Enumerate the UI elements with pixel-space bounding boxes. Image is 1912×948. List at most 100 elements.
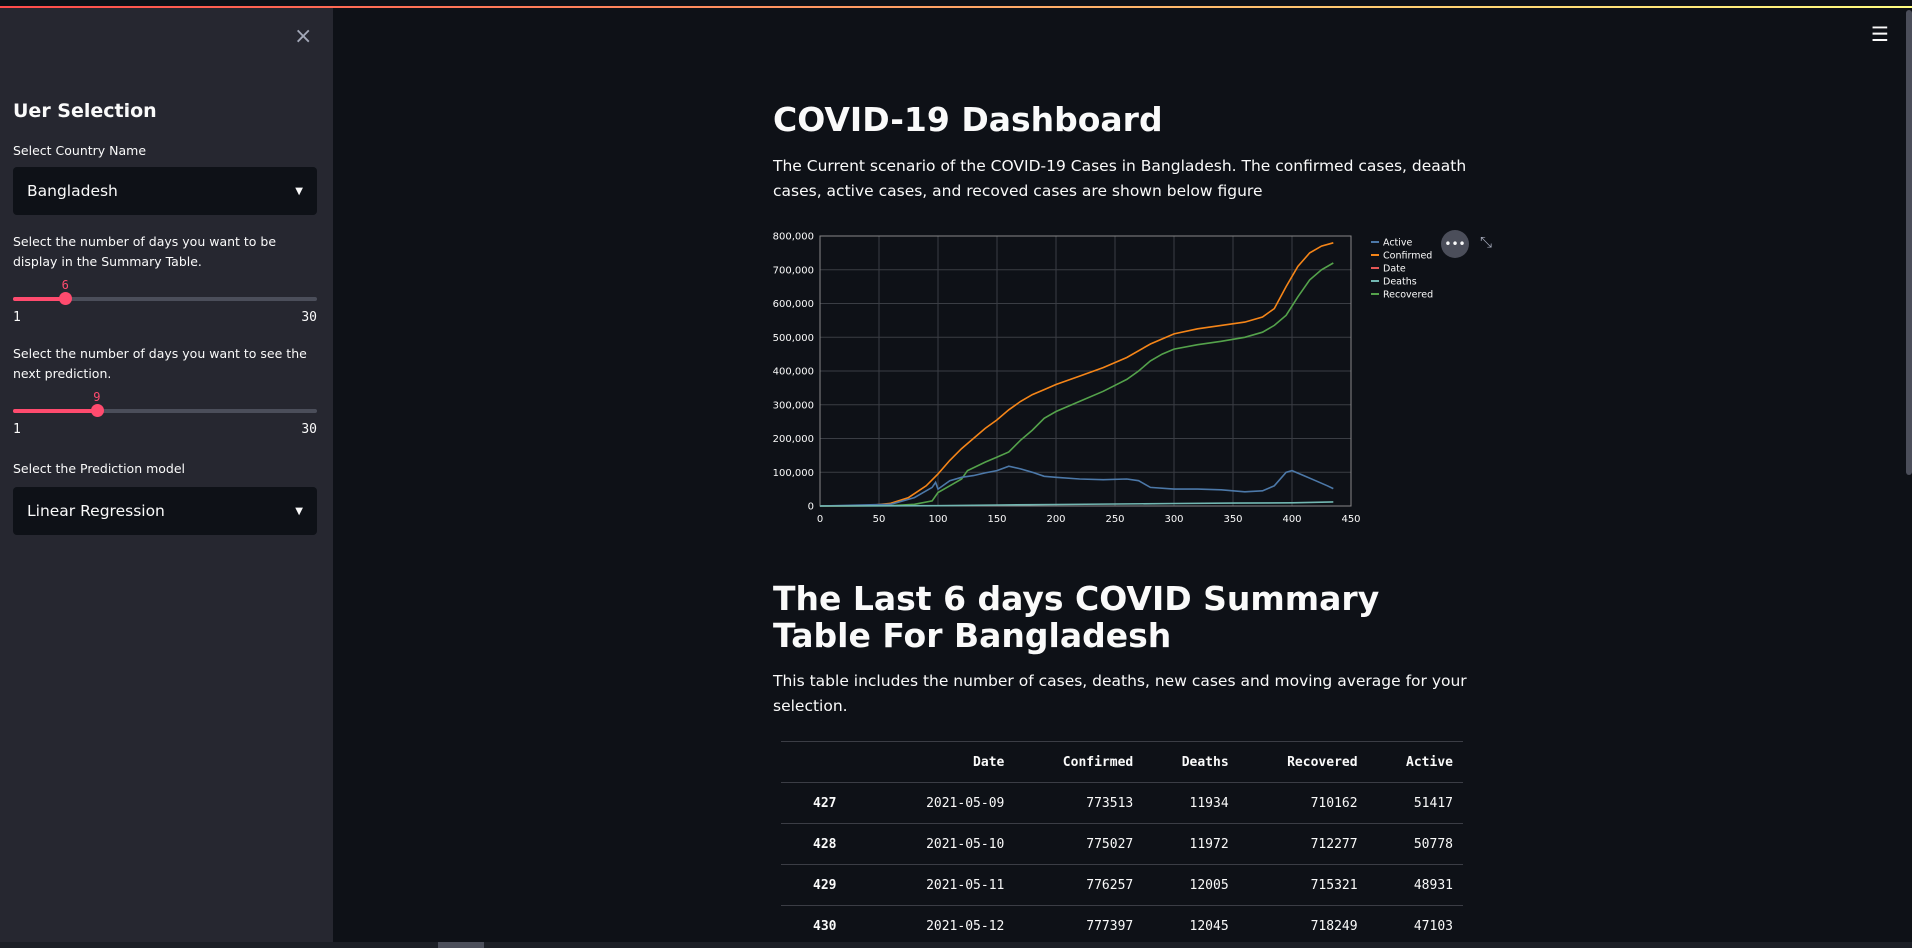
y-tick-label: 500,000 (773, 333, 814, 344)
table-cell: 712277 (1238, 823, 1368, 865)
x-tick-label: 0 (817, 514, 823, 525)
country-select[interactable]: Bangladesh ▼ (13, 167, 317, 215)
vertical-scrollbar[interactable] (1906, 10, 1912, 475)
x-tick-label: 350 (1223, 514, 1242, 525)
country-select-value: Bangladesh (27, 182, 118, 200)
table-cell: 775027 (1014, 823, 1144, 865)
model-label: Select the Prediction model (13, 461, 186, 476)
table-body: 427 2021-05-09 773513 11934 710162 51417 428 20… (781, 782, 1463, 947)
table-cell: 710162 (1238, 782, 1368, 824)
x-tick-label: 150 (987, 514, 1006, 525)
table-cell: 429 (781, 864, 875, 906)
main-content: COVID-19 Dashboard The Current scenario … (773, 100, 1473, 204)
expand-icon[interactable]: ⤡ (1480, 233, 1492, 251)
table-cell: 11972 (1143, 823, 1239, 865)
summary-table: Date Confirmed Deaths Recovered Active 427 20… (781, 741, 1463, 947)
days-pred-slider[interactable]: 9 1 30 (13, 390, 317, 437)
y-tick-label: 300,000 (773, 400, 814, 411)
table-cell: 776257 (1014, 864, 1144, 906)
table-header-row: Date Confirmed Deaths Recovered Active (781, 741, 1463, 783)
x-tick-label: 200 (1046, 514, 1065, 525)
legend-label: Active (1383, 238, 1413, 249)
table-cell: 2021-05-10 (874, 823, 1015, 865)
hamburger-menu-icon[interactable]: ☰ (1871, 22, 1889, 46)
scrollbar-thumb[interactable] (438, 942, 484, 948)
slider-min: 1 (13, 422, 21, 437)
table-cell: 51417 (1367, 782, 1463, 824)
series-line-confirmed (819, 242, 1334, 507)
chart-svg: 0 50 100 150 200 250 300 350 400 450 0 100,000 200,0… (773, 232, 1433, 526)
table-cell: 773513 (1014, 782, 1144, 824)
country-label: Select Country Name (13, 143, 147, 158)
table-cell: 718249 (1238, 905, 1368, 947)
slider-thumb[interactable] (59, 292, 73, 305)
table-cell: 715321 (1238, 864, 1368, 906)
legend-label: Recovered (1383, 290, 1433, 301)
x-tick-label: 250 (1105, 514, 1124, 525)
table-row: 428 2021-05-10 775027 11972 712277 50778 (781, 823, 1463, 865)
more-options-icon[interactable]: ••• (1441, 230, 1469, 258)
table-row: 427 2021-05-09 773513 11934 710162 51417 (781, 782, 1463, 824)
slider-max: 30 (301, 422, 317, 437)
table-header-3[interactable]: Deaths (1143, 741, 1239, 783)
x-tick-label: 450 (1341, 514, 1360, 525)
table-cell: 2021-05-11 (874, 864, 1015, 906)
close-sidebar-icon[interactable]: × (294, 24, 312, 49)
legend-label: Deaths (1383, 277, 1417, 288)
table-cell: 2021-05-09 (874, 782, 1015, 824)
table-cell: 47103 (1367, 905, 1463, 947)
table-cell: 777397 (1014, 905, 1144, 947)
table-row: 430 2021-05-12 777397 12045 718249 47103 (781, 905, 1463, 947)
x-tick-label: 100 (928, 514, 947, 525)
chevron-down-icon: ▼ (295, 185, 303, 197)
y-tick-label: 0 (808, 502, 814, 513)
x-tick-label: 50 (873, 514, 886, 525)
slider-thumb[interactable] (90, 404, 104, 417)
slider-min: 1 (13, 310, 21, 325)
y-tick-label: 100,000 (773, 468, 814, 479)
table-cell: 2021-05-12 (874, 905, 1015, 947)
table-cell: 12005 (1143, 864, 1239, 906)
model-select[interactable]: Linear Regression ▼ (13, 487, 317, 535)
slider-max: 30 (301, 310, 317, 325)
page-title: COVID-19 Dashboard (773, 100, 1163, 139)
y-tick-label: 400,000 (773, 367, 814, 378)
slider-fill (13, 409, 97, 413)
table-cell: 427 (781, 782, 875, 824)
page-description: The Current scenario of the COVID-19 Cas… (773, 157, 1467, 200)
days-table-label: Select the number of days you want to be… (13, 234, 277, 269)
table-header-0[interactable] (781, 741, 875, 783)
table-cell: 50778 (1367, 823, 1463, 865)
days-table-slider[interactable]: 6 1 30 (13, 278, 317, 325)
y-tick-label: 600,000 (773, 299, 814, 310)
sidebar-title: Uer Selection (13, 100, 157, 122)
slider-value: 6 (61, 278, 69, 292)
table-row: 429 2021-05-11 776257 12005 715321 48931 (781, 864, 1463, 906)
table-header-5[interactable]: Active (1367, 741, 1463, 783)
x-tick-label: 300 (1164, 514, 1183, 525)
y-tick-label: 800,000 (773, 232, 814, 243)
days-pred-label: Select the number of days you want to se… (13, 346, 307, 381)
table-header-2[interactable]: Confirmed (1014, 741, 1144, 783)
chevron-down-icon: ▼ (295, 505, 303, 517)
table-header-1[interactable]: Date (874, 741, 1015, 783)
table-cell: 430 (781, 905, 875, 947)
slider-value: 9 (93, 390, 101, 404)
top-decoration-bar (0, 0, 1912, 8)
x-tick-label: 400 (1282, 514, 1301, 525)
y-tick-label: 200,000 (773, 434, 814, 445)
slider-fill (13, 297, 66, 301)
legend-label: Date (1383, 264, 1406, 275)
table-header-4[interactable]: Recovered (1238, 741, 1368, 783)
table-cell: 428 (781, 823, 875, 865)
sidebar: × Uer Selection Select Country Name Bang… (0, 8, 333, 942)
summary-description: This table includes the number of cases,… (773, 672, 1467, 715)
table-cell: 48931 (1367, 864, 1463, 906)
covid-line-chart: 0 50 100 150 200 250 300 350 400 450 0 100,000 200,0… (773, 229, 1513, 529)
table-cell: 12045 (1143, 905, 1239, 947)
table-cell: 11934 (1143, 782, 1239, 824)
model-select-value: Linear Regression (27, 502, 165, 520)
legend-label: Confirmed (1383, 251, 1432, 262)
summary-title: The Last 6 days COVID Summary Table For … (773, 579, 1380, 655)
y-tick-label: 700,000 (773, 265, 814, 276)
